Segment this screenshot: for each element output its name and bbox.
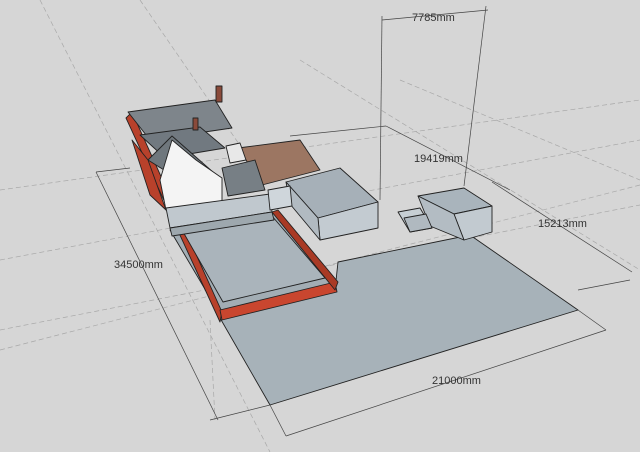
dim-label-width-bottom: 21000mm [432,375,481,387]
dim-label-width-top: 7785mm [412,12,455,24]
sketchup-viewport[interactable]: 7785mm 19419mm 15213mm 34500mm 21000mm [0,0,640,452]
model-canvas[interactable]: 7785mm 19419mm 15213mm 34500mm 21000mm [0,0,640,452]
chimney-small[interactable] [192,117,199,131]
dim-extension [95,167,131,173]
dim-extension [379,15,383,201]
guide-line [399,79,640,181]
small-extension[interactable] [225,142,247,164]
garage-link[interactable] [267,185,293,211]
dim-extension [269,404,287,437]
dim-extension [463,5,487,187]
chimney[interactable] [215,85,223,103]
main-house[interactable] [127,85,275,237]
dim-label-depth-right: 15213mm [538,218,587,230]
dim-extension [289,125,387,137]
dim-label-depth-left: 34500mm [114,259,163,271]
dim-extension [577,279,631,291]
dim-extension [577,309,607,331]
dim-label-diagonal: 19419mm [414,153,463,165]
dim-extension [209,404,271,421]
shed[interactable] [397,187,493,241]
